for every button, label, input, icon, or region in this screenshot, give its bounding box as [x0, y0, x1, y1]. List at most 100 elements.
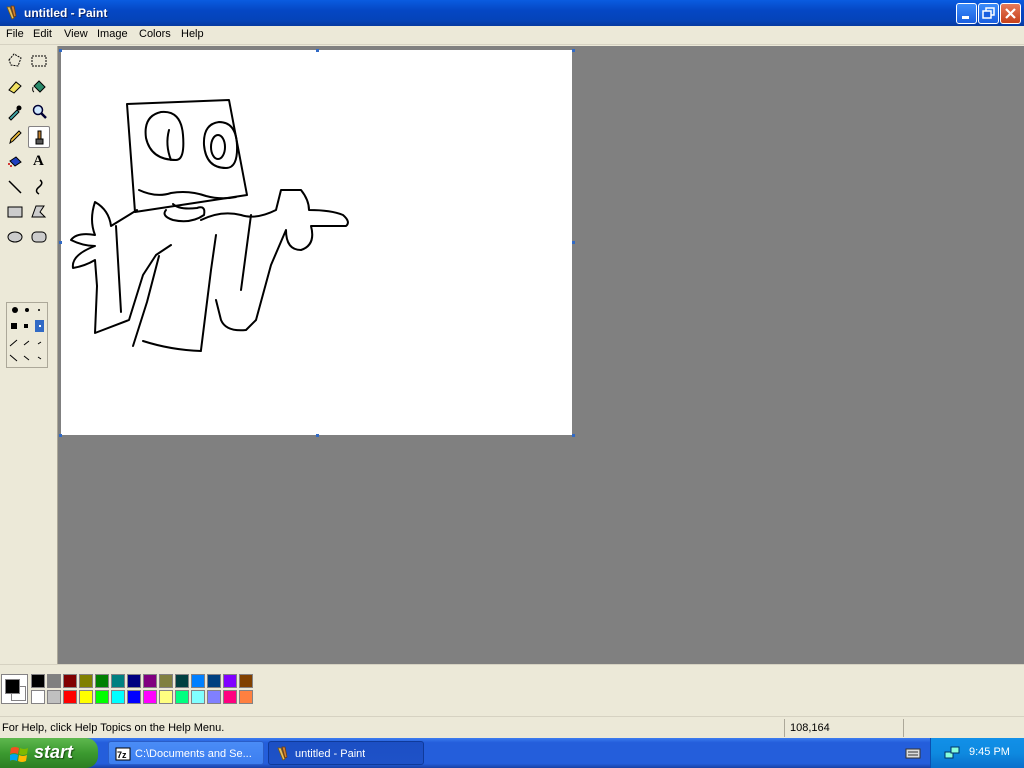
taskbar-item-explorer[interactable]: 7z C:\Documents and Se... — [108, 741, 264, 765]
status-divider — [784, 719, 785, 737]
line-icon — [8, 180, 22, 194]
curve-tool[interactable] — [28, 176, 50, 198]
pencil-icon — [9, 130, 22, 145]
keyboard-icon[interactable] — [905, 746, 921, 760]
resize-handle[interactable] — [59, 434, 62, 437]
color-swatch[interactable] — [111, 674, 125, 688]
color-swatch[interactable] — [79, 690, 93, 704]
menu-colors[interactable]: Colors — [139, 28, 171, 40]
start-button[interactable]: start — [0, 738, 98, 768]
curve-icon — [35, 179, 43, 195]
ellipse-icon — [7, 231, 23, 243]
airbrush-icon — [8, 156, 22, 167]
brush-tool[interactable] — [28, 126, 50, 148]
color-swatch[interactable] — [143, 674, 157, 688]
color-swatch[interactable] — [175, 674, 189, 688]
cursor-coordinates: 108,164 — [790, 722, 830, 734]
color-swatch[interactable] — [127, 674, 141, 688]
close-icon — [1005, 8, 1016, 19]
resize-handle[interactable] — [59, 49, 62, 52]
restore-icon — [982, 7, 995, 19]
taskbar-item-paint[interactable]: untitled - Paint — [268, 741, 424, 765]
menu-help[interactable]: Help — [181, 28, 204, 40]
minimize-button[interactable] — [956, 3, 977, 24]
minimize-icon — [962, 16, 969, 19]
window-title: untitled - Paint — [24, 6, 108, 20]
restore-button[interactable] — [978, 3, 999, 24]
network-icon[interactable] — [943, 745, 961, 761]
color-swatch[interactable] — [175, 690, 189, 704]
rounded-rectangle-tool[interactable] — [28, 226, 50, 248]
free-form-select-tool[interactable] — [4, 50, 26, 72]
line-tool[interactable] — [4, 176, 26, 198]
color-swatch[interactable] — [95, 674, 109, 688]
polygon-icon — [31, 205, 47, 218]
color-swatch[interactable] — [239, 674, 253, 688]
color-swatch[interactable] — [207, 674, 221, 688]
color-swatch[interactable] — [239, 690, 253, 704]
brush-shape-options[interactable] — [7, 303, 47, 367]
menu-file[interactable]: File — [6, 28, 24, 40]
resize-handle[interactable] — [572, 241, 575, 244]
resize-handle[interactable] — [572, 49, 575, 52]
resize-handle[interactable] — [316, 49, 319, 52]
status-bar: For Help, click Help Topics on the Help … — [0, 716, 1024, 739]
color-swatch[interactable] — [111, 690, 125, 704]
brush-options — [6, 302, 48, 368]
color-swatch[interactable] — [31, 690, 45, 704]
color-swatch[interactable] — [95, 690, 109, 704]
select-tool[interactable] — [28, 50, 50, 72]
resize-handle[interactable] — [316, 434, 319, 437]
color-swatch[interactable] — [159, 674, 173, 688]
color-swatch[interactable] — [79, 674, 93, 688]
resize-handle[interactable] — [572, 434, 575, 437]
pick-color-tool[interactable] — [4, 101, 26, 123]
7zip-icon: 7z — [115, 747, 131, 761]
polygon-tool[interactable] — [28, 201, 50, 223]
color-swatch[interactable] — [143, 690, 157, 704]
color-swatch[interactable] — [47, 674, 61, 688]
svg-text:7z: 7z — [117, 750, 127, 760]
menu-edit[interactable]: Edit — [33, 28, 52, 40]
color-swatch[interactable] — [159, 690, 173, 704]
brush-icon — [35, 130, 44, 145]
color-swatch[interactable] — [223, 674, 237, 688]
free-form-select-icon — [8, 53, 22, 67]
color-swatch[interactable] — [31, 674, 45, 688]
magnifier-icon — [32, 104, 47, 119]
color-swatch[interactable] — [127, 690, 141, 704]
color-swatch[interactable] — [191, 690, 205, 704]
color-swatch[interactable] — [63, 690, 77, 704]
color-swatch[interactable] — [191, 674, 205, 688]
text-tool[interactable]: A — [28, 151, 50, 173]
color-swatch[interactable] — [223, 690, 237, 704]
ellipse-tool[interactable] — [4, 226, 26, 248]
taskbar: start 7z C:\Documents and Se... untitled… — [0, 738, 1024, 768]
drawing-canvas[interactable] — [61, 50, 572, 435]
color-swatch[interactable] — [47, 690, 61, 704]
rectangle-icon — [7, 206, 23, 218]
rectangle-tool[interactable] — [4, 201, 26, 223]
system-tray: 9:45 PM — [930, 738, 1024, 768]
pencil-tool[interactable] — [4, 126, 26, 148]
toolbox: A — [0, 46, 58, 664]
title-bar: untitled - Paint — [0, 0, 1024, 26]
workspace — [58, 46, 1024, 664]
eraser-tool[interactable] — [4, 76, 26, 98]
color-swatch[interactable] — [63, 674, 77, 688]
rect-select-icon — [31, 55, 47, 67]
menu-image[interactable]: Image — [97, 28, 128, 40]
paint-bucket-icon — [32, 80, 46, 93]
airbrush-tool[interactable] — [4, 151, 26, 173]
current-colors[interactable] — [1, 674, 28, 704]
color-swatch[interactable] — [207, 690, 221, 704]
resize-handle[interactable] — [59, 241, 62, 244]
color-palette — [0, 664, 1024, 715]
close-button[interactable] — [1000, 3, 1021, 24]
magnifier-tool[interactable] — [28, 101, 50, 123]
menu-view[interactable]: View — [64, 28, 88, 40]
text-icon: A — [33, 153, 44, 169]
foreground-color — [5, 679, 20, 694]
taskbar-item-label: untitled - Paint — [295, 748, 366, 760]
fill-tool[interactable] — [28, 76, 50, 98]
